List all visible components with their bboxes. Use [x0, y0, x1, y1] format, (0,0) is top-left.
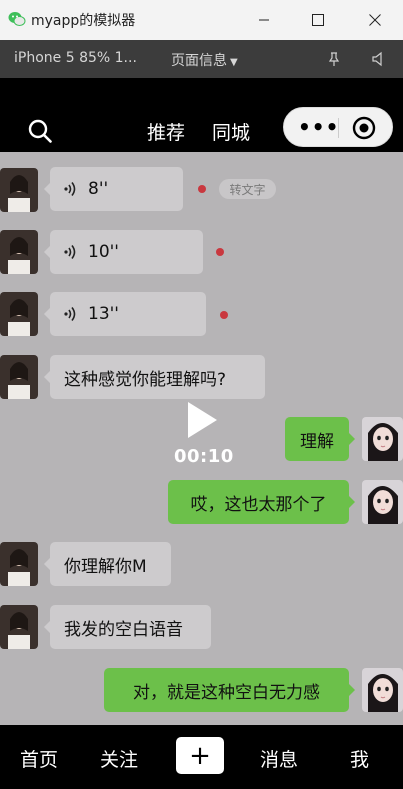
- wechat-devtools-logo-icon: [8, 12, 26, 26]
- video-time: 00:10: [174, 446, 234, 467]
- bottom-navigation: 首页 关注 + 消息 我: [0, 725, 403, 789]
- voice-wave-icon: [64, 182, 76, 196]
- unread-dot: [216, 248, 224, 256]
- voice-message[interactable]: 10'': [44, 230, 203, 274]
- miniprogram-capsule: •••: [283, 107, 393, 147]
- chat-area: 8'' 转文字 10'' 13'' 这种感觉你能理解吗? 00:10 理解 哎，…: [0, 152, 403, 725]
- voice-message[interactable]: 13'': [44, 292, 206, 336]
- voice-duration: 13'': [88, 304, 119, 324]
- create-button[interactable]: +: [176, 737, 224, 774]
- avatar[interactable]: [362, 668, 403, 712]
- unread-dot: [220, 311, 228, 319]
- text-message[interactable]: 这种感觉你能理解吗?: [44, 355, 265, 399]
- voice-duration: 8'': [88, 179, 109, 199]
- device-selector[interactable]: iPhone 5 85% 1...: [14, 50, 137, 66]
- voice-message[interactable]: 8'': [44, 167, 183, 211]
- window-titlebar: myapp的模拟器: [0, 0, 403, 40]
- nav-following[interactable]: 关注: [100, 745, 138, 772]
- text-message[interactable]: 对，就是这种空白无力感: [104, 668, 355, 712]
- page-info-label: 页面信息: [171, 53, 227, 69]
- simulator-toolbar: iPhone 5 85% 1... 页面信息 ▼: [0, 40, 403, 78]
- avatar[interactable]: [362, 480, 403, 524]
- voice-wave-icon: [64, 245, 76, 259]
- speaker-icon[interactable]: [371, 51, 387, 67]
- play-icon[interactable]: [186, 401, 218, 439]
- text-message[interactable]: 哎，这也太那个了: [168, 480, 355, 524]
- close-icon: [369, 14, 381, 26]
- voice-wave-icon: [64, 307, 76, 321]
- maximize-icon: [312, 14, 324, 26]
- avatar[interactable]: [0, 542, 38, 586]
- nav-me[interactable]: 我: [350, 745, 369, 772]
- minimize-button[interactable]: [241, 0, 287, 40]
- avatar[interactable]: [0, 605, 38, 649]
- text-message[interactable]: 你理解你M: [44, 542, 171, 586]
- window-title: myapp的模拟器: [31, 13, 136, 29]
- search-icon[interactable]: [28, 119, 52, 143]
- maximize-button[interactable]: [295, 0, 341, 40]
- page-info-menu[interactable]: 页面信息 ▼: [171, 50, 238, 70]
- convert-to-text-button[interactable]: 转文字: [219, 179, 276, 199]
- nav-messages[interactable]: 消息: [260, 745, 298, 772]
- more-dots-icon[interactable]: •••: [298, 117, 339, 137]
- voice-duration: 10'': [88, 242, 119, 262]
- chevron-down-icon: ▼: [230, 57, 238, 68]
- tab-local[interactable]: 同城: [212, 118, 250, 145]
- tab-recommend[interactable]: 推荐: [147, 118, 185, 145]
- avatar[interactable]: [0, 168, 38, 212]
- capsule-divider: [338, 118, 339, 138]
- avatar[interactable]: [0, 355, 38, 399]
- avatar[interactable]: [0, 230, 38, 274]
- close-button[interactable]: [352, 0, 398, 40]
- avatar[interactable]: [0, 292, 38, 336]
- minimize-icon: [259, 19, 269, 21]
- pin-icon[interactable]: [326, 51, 342, 67]
- unread-dot: [198, 185, 206, 193]
- nav-home[interactable]: 首页: [20, 745, 58, 772]
- avatar[interactable]: [362, 417, 403, 461]
- text-message[interactable]: 我发的空白语音: [44, 605, 211, 649]
- record-circle-icon[interactable]: [352, 116, 376, 140]
- text-message[interactable]: 理解: [285, 417, 355, 461]
